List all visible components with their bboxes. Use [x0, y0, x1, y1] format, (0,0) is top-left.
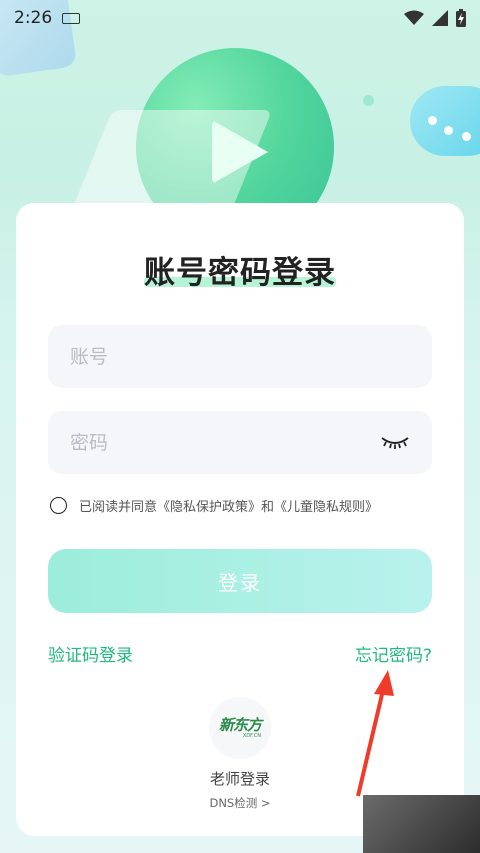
agreement-row[interactable]: 已阅读并同意《隐私保护政策》和《儿童隐私规则》: [50, 496, 378, 515]
decorative-dot: [363, 95, 374, 106]
password-field[interactable]: [48, 411, 432, 474]
account-field[interactable]: [48, 325, 432, 388]
account-input[interactable]: [70, 345, 410, 368]
teacher-login-logo[interactable]: 新东方 XDF.CN: [209, 697, 271, 759]
status-bar: 2:26: [0, 0, 480, 36]
keyboard-icon: [62, 12, 81, 24]
wifi-icon: [404, 10, 424, 25]
agreement-text[interactable]: 已阅读并同意《隐私保护政策》和《儿童隐私规则》: [79, 496, 378, 515]
play-icon: [212, 120, 268, 184]
agreement-radio[interactable]: [50, 497, 67, 514]
logo-text: 新东方: [218, 715, 262, 734]
corner-overlay: [363, 795, 480, 853]
login-button[interactable]: 登录: [48, 549, 432, 613]
eye-closed-icon[interactable]: [380, 435, 410, 451]
page-title: 账号密码登录: [144, 255, 336, 291]
signal-icon: [432, 10, 448, 26]
battery-charging-icon: [456, 9, 466, 27]
annotation-arrow-icon: [356, 670, 394, 797]
password-input[interactable]: [70, 431, 380, 454]
chat-bubble-icon: [410, 86, 480, 156]
status-time: 2:26: [14, 8, 53, 28]
code-login-link[interactable]: 验证码登录: [48, 641, 133, 666]
forgot-password-link[interactable]: 忘记密码?: [355, 641, 432, 666]
